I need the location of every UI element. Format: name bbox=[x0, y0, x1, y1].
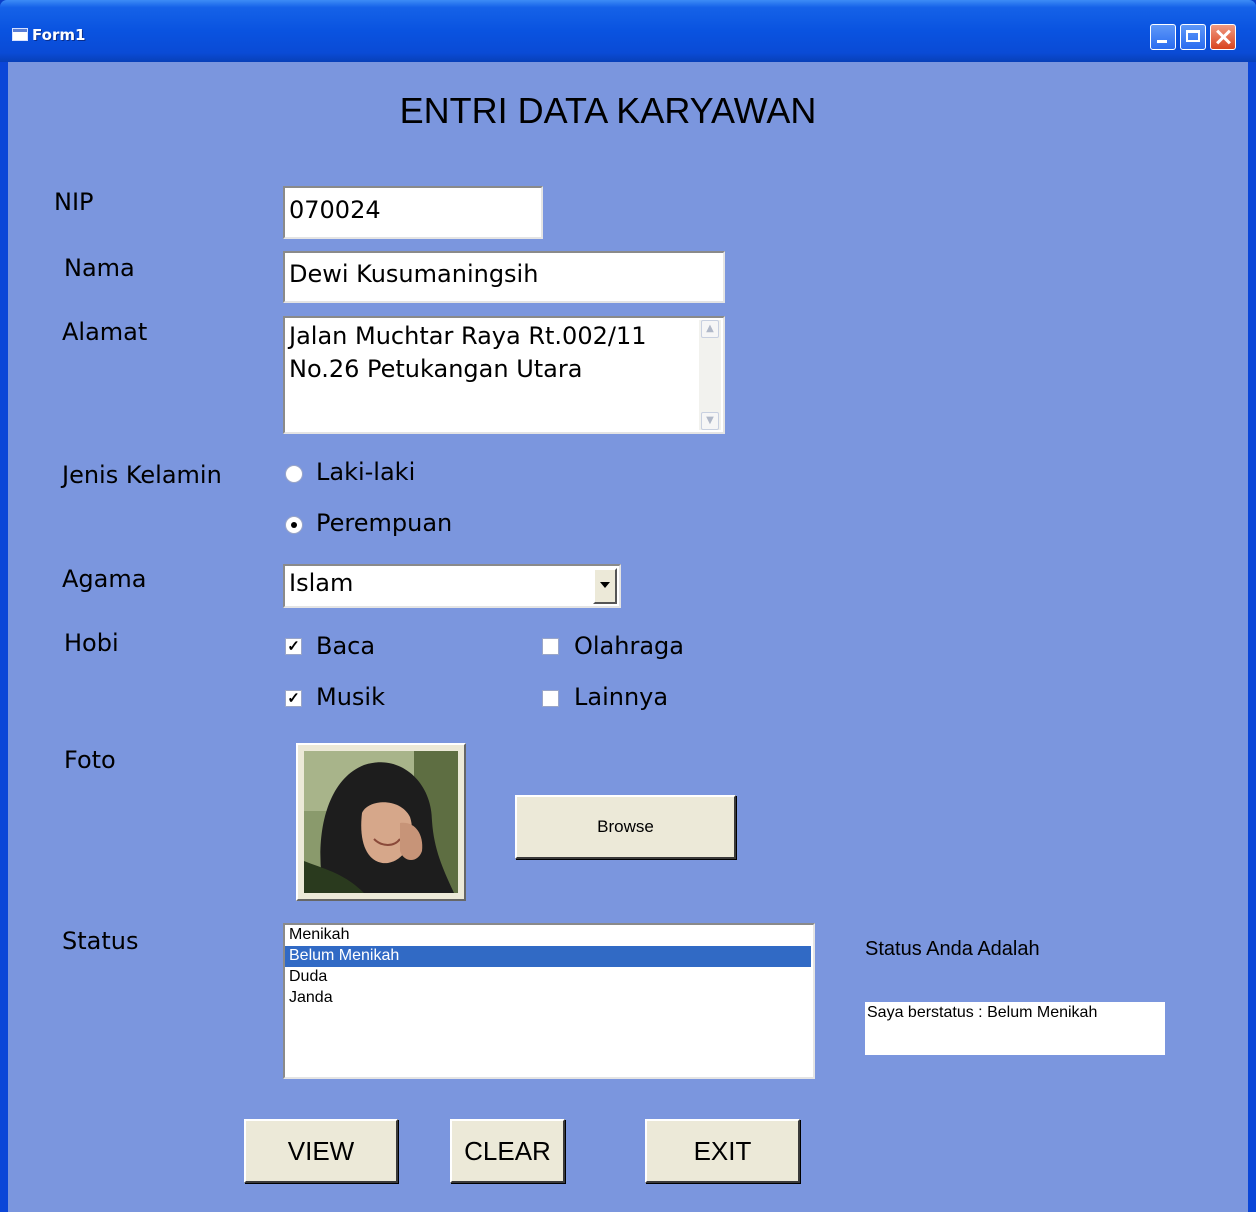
status-label: Status bbox=[62, 927, 139, 955]
form-heading: ENTRI DATA KARYAWAN bbox=[399, 90, 817, 131]
alamat-label: Alamat bbox=[62, 318, 148, 346]
foto-label: Foto bbox=[64, 746, 116, 774]
scroll-down-icon[interactable]: ▼ bbox=[701, 412, 719, 430]
window-title: Form1 bbox=[32, 26, 86, 44]
nip-input[interactable]: 070024 bbox=[283, 186, 543, 239]
status-listbox[interactable]: Menikah Belum Menikah Duda Janda bbox=[283, 923, 815, 1079]
agama-selected-value: Islam bbox=[289, 569, 354, 597]
employee-photo bbox=[304, 751, 458, 893]
nip-label: NIP bbox=[54, 188, 94, 216]
status-result-caption: Status Anda Adalah bbox=[865, 938, 1040, 960]
clear-button[interactable]: CLEAR bbox=[450, 1119, 565, 1183]
checkbox-lainnya[interactable] bbox=[542, 690, 559, 707]
checkbox-musik-label[interactable]: Musik bbox=[316, 683, 385, 711]
status-option-duda[interactable]: Duda bbox=[285, 967, 811, 988]
checkbox-musik[interactable]: ✓ bbox=[285, 690, 302, 707]
maximize-button[interactable] bbox=[1180, 24, 1206, 50]
status-result-box: Saya berstatus : Belum Menikah bbox=[865, 1002, 1165, 1055]
form-icon bbox=[12, 28, 28, 41]
form-window: Form1 ENTRI DATA KARYAWAN NIP 070024 Nam… bbox=[0, 0, 1256, 1212]
browse-button[interactable]: Browse bbox=[515, 795, 736, 859]
alamat-line-2: No.26 Petukangan Utara bbox=[289, 355, 583, 383]
agama-select[interactable]: Islam bbox=[283, 564, 621, 608]
radio-perempuan[interactable] bbox=[285, 516, 303, 534]
title-bar[interactable]: Form1 bbox=[0, 0, 1256, 62]
status-option-menikah[interactable]: Menikah bbox=[285, 925, 811, 946]
checkbox-olahraga[interactable] bbox=[542, 638, 559, 655]
alamat-textarea[interactable]: Jalan Muchtar Raya Rt.002/11 No.26 Petuk… bbox=[283, 316, 725, 434]
jenis-kelamin-label: Jenis Kelamin bbox=[62, 461, 222, 489]
dropdown-arrow-icon[interactable] bbox=[593, 568, 617, 604]
scroll-up-icon[interactable]: ▲ bbox=[701, 320, 719, 338]
nama-input[interactable]: Dewi Kusumaningsih bbox=[283, 251, 725, 303]
radio-perempuan-label[interactable]: Perempuan bbox=[316, 509, 452, 537]
photo-box bbox=[296, 743, 466, 901]
status-option-janda[interactable]: Janda bbox=[285, 988, 811, 1009]
minimize-button[interactable] bbox=[1150, 24, 1176, 50]
form-client-area: ENTRI DATA KARYAWAN NIP 070024 Nama Dewi… bbox=[8, 62, 1248, 1212]
nama-label: Nama bbox=[64, 254, 135, 282]
checkbox-lainnya-label[interactable]: Lainnya bbox=[574, 683, 668, 711]
checkbox-baca[interactable]: ✓ bbox=[285, 638, 302, 655]
close-button[interactable] bbox=[1210, 24, 1236, 50]
view-button[interactable]: VIEW bbox=[244, 1119, 398, 1183]
agama-label: Agama bbox=[62, 565, 147, 593]
radio-laki-laki[interactable] bbox=[285, 465, 303, 483]
radio-laki-laki-label[interactable]: Laki-laki bbox=[316, 458, 415, 486]
checkbox-olahraga-label[interactable]: Olahraga bbox=[574, 632, 684, 660]
hobi-label: Hobi bbox=[64, 629, 119, 657]
alamat-line-1: Jalan Muchtar Raya Rt.002/11 bbox=[289, 322, 647, 350]
checkbox-baca-label[interactable]: Baca bbox=[316, 632, 375, 660]
status-option-belum-menikah[interactable]: Belum Menikah bbox=[285, 946, 811, 967]
exit-button[interactable]: EXIT bbox=[645, 1119, 800, 1183]
alamat-scrollbar[interactable]: ▲ ▼ bbox=[699, 320, 721, 430]
